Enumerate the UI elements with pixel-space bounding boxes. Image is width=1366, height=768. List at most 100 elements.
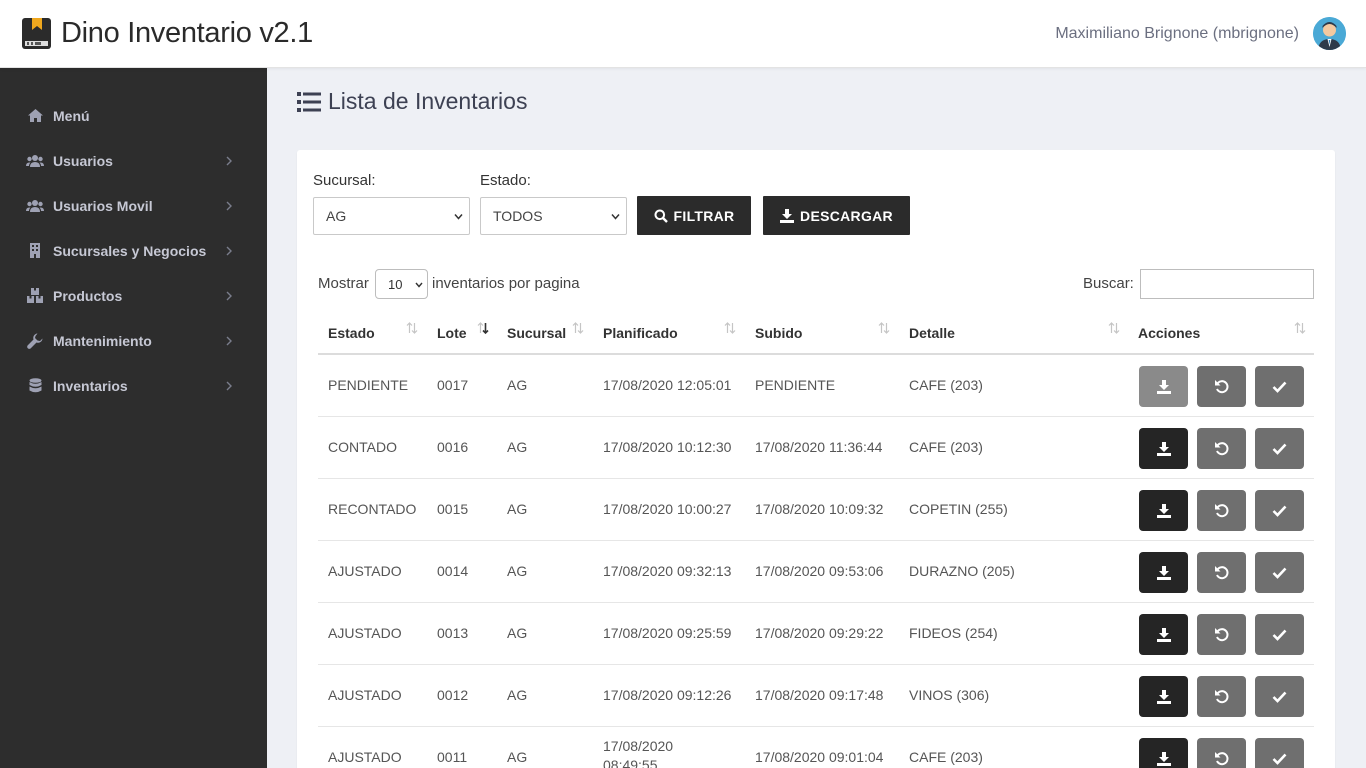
sidebar-item-sucursales[interactable]: Sucursales y Negocios <box>0 228 267 273</box>
download-button[interactable] <box>1139 366 1188 407</box>
confirm-button[interactable] <box>1255 428 1304 469</box>
column-header-sucursal[interactable]: Sucursal <box>507 312 566 353</box>
confirm-button[interactable] <box>1255 614 1304 655</box>
search-input[interactable] <box>1140 269 1314 299</box>
check-icon <box>1272 691 1287 703</box>
cell-planificado: 17/08/2020 09:12:26 <box>603 687 732 703</box>
column-header-subido[interactable]: Subido <box>755 312 802 353</box>
sidebar-item-label: Productos <box>53 287 123 304</box>
sort-icon <box>878 322 890 334</box>
avatar[interactable] <box>1313 17 1346 50</box>
download-button[interactable] <box>1139 490 1188 531</box>
download-icon <box>1156 565 1171 580</box>
confirm-button[interactable] <box>1255 676 1304 717</box>
cell-lote: 0015 <box>437 501 469 517</box>
confirm-button[interactable] <box>1255 738 1304 768</box>
cell-sucursal: AG <box>507 687 528 703</box>
cell-planificado: 17/08/2020 12:05:01 <box>603 377 732 393</box>
users-icon <box>26 198 44 214</box>
undo-icon <box>1215 504 1229 518</box>
sidebar-item-label: Usuarios Movil <box>53 197 153 214</box>
sidebar-item-menu[interactable]: Menú <box>0 93 267 138</box>
check-icon <box>1272 505 1287 517</box>
cell-subido: 17/08/2020 11:36:44 <box>755 439 883 455</box>
sidebar-item-usuarios[interactable]: Usuarios <box>0 138 267 183</box>
reset-button[interactable] <box>1197 428 1246 469</box>
table-header: Estado Lote Sucursal Planificado Subido … <box>318 312 1314 355</box>
reset-button[interactable] <box>1197 614 1246 655</box>
top-bar: Dino Inventario v2.1 Maximiliano Brignon… <box>0 0 1366 68</box>
cell-detalle: CAFE (203) <box>909 749 983 765</box>
reset-button[interactable] <box>1197 552 1246 593</box>
undo-icon <box>1215 566 1229 580</box>
confirm-button[interactable] <box>1255 552 1304 593</box>
app-title: Dino Inventario v2.1 <box>61 17 313 49</box>
download-button[interactable] <box>1139 676 1188 717</box>
sidebar-item-inventarios[interactable]: Inventarios <box>0 363 267 408</box>
cell-subido: 17/08/2020 10:09:32 <box>755 501 884 517</box>
list-icon <box>297 91 321 112</box>
column-header-planificado[interactable]: Planificado <box>603 312 678 353</box>
column-header-acciones[interactable]: Acciones <box>1138 312 1200 353</box>
table-row: AJUSTADO 0014 AG 17/08/2020 09:32:13 17/08/2… <box>318 541 1314 603</box>
cell-estado: CONTADO <box>328 439 397 455</box>
cell-planificado: 17/08/2020 09:32:13 <box>603 563 732 579</box>
download-button[interactable] <box>1139 614 1188 655</box>
download-button[interactable] <box>1139 552 1188 593</box>
column-header-detalle[interactable]: Detalle <box>909 312 955 353</box>
users-icon <box>26 153 44 169</box>
reset-button[interactable] <box>1197 490 1246 531</box>
page-size-value: 10 <box>388 276 403 292</box>
reset-button[interactable] <box>1197 366 1246 407</box>
cell-sucursal: AG <box>507 501 528 517</box>
undo-icon <box>1215 628 1229 642</box>
sort-icon <box>724 322 736 334</box>
cell-lote: 0014 <box>437 563 469 579</box>
download-icon <box>1156 441 1171 456</box>
estado-select[interactable]: TODOS <box>480 197 627 235</box>
reset-button[interactable] <box>1197 676 1246 717</box>
check-icon <box>1272 629 1287 641</box>
download-button[interactable] <box>1139 738 1188 768</box>
cell-planificado: 17/08/2020 10:12:30 <box>603 439 732 455</box>
cell-lote: 0017 <box>437 377 469 393</box>
inventory-card: Sucursal: AG Estado: TODOS FILTRAR DESCA… <box>297 150 1335 768</box>
sucursal-select-value: AG <box>326 208 347 224</box>
sucursal-select[interactable]: AG <box>313 197 470 235</box>
confirm-button[interactable] <box>1255 366 1304 407</box>
sidebar-item-usuarios-movil[interactable]: Usuarios Movil <box>0 183 267 228</box>
download-icon <box>1156 379 1171 394</box>
cell-sucursal: AG <box>507 749 528 765</box>
filtrar-button[interactable]: FILTRAR <box>637 196 751 235</box>
cell-lote: 0012 <box>437 687 469 703</box>
descargar-button[interactable]: DESCARGAR <box>763 196 910 235</box>
sucursal-label: Sucursal: <box>313 172 376 189</box>
table-row: AJUSTADO 0012 AG 17/08/2020 09:12:26 17/08/2… <box>318 665 1314 727</box>
cell-sucursal: AG <box>507 377 528 393</box>
column-header-estado[interactable]: Estado <box>328 312 375 353</box>
page-size-select[interactable]: 10 <box>375 269 428 299</box>
user-menu[interactable]: Maximiliano Brignone (mbrignone) <box>1055 17 1346 50</box>
per-page-label: inventarios por pagina <box>432 275 580 292</box>
descargar-label: DESCARGAR <box>800 207 893 224</box>
confirm-button[interactable] <box>1255 490 1304 531</box>
check-icon <box>1272 753 1287 765</box>
cell-subido: PENDIENTE <box>755 377 836 393</box>
chevron-down-icon <box>611 214 620 220</box>
mostrar-label: Mostrar <box>318 275 369 292</box>
column-header-lote[interactable]: Lote <box>437 312 467 353</box>
undo-icon <box>1215 380 1229 394</box>
sidebar-item-productos[interactable]: Productos <box>0 273 267 318</box>
cell-estado: AJUSTADO <box>328 687 402 703</box>
reset-button[interactable] <box>1197 738 1246 768</box>
sidebar-item-label: Sucursales y Negocios <box>53 242 207 259</box>
download-icon <box>1156 751 1171 766</box>
download-button[interactable] <box>1139 428 1188 469</box>
brand[interactable]: Dino Inventario v2.1 <box>20 17 313 50</box>
database-icon <box>26 378 44 394</box>
sidebar-item-mantenimiento[interactable]: Mantenimiento <box>0 318 267 363</box>
cell-subido: 17/08/2020 09:17:48 <box>755 687 884 703</box>
download-icon <box>780 208 795 223</box>
estado-select-value: TODOS <box>493 208 543 224</box>
sort-icon <box>1108 322 1120 334</box>
